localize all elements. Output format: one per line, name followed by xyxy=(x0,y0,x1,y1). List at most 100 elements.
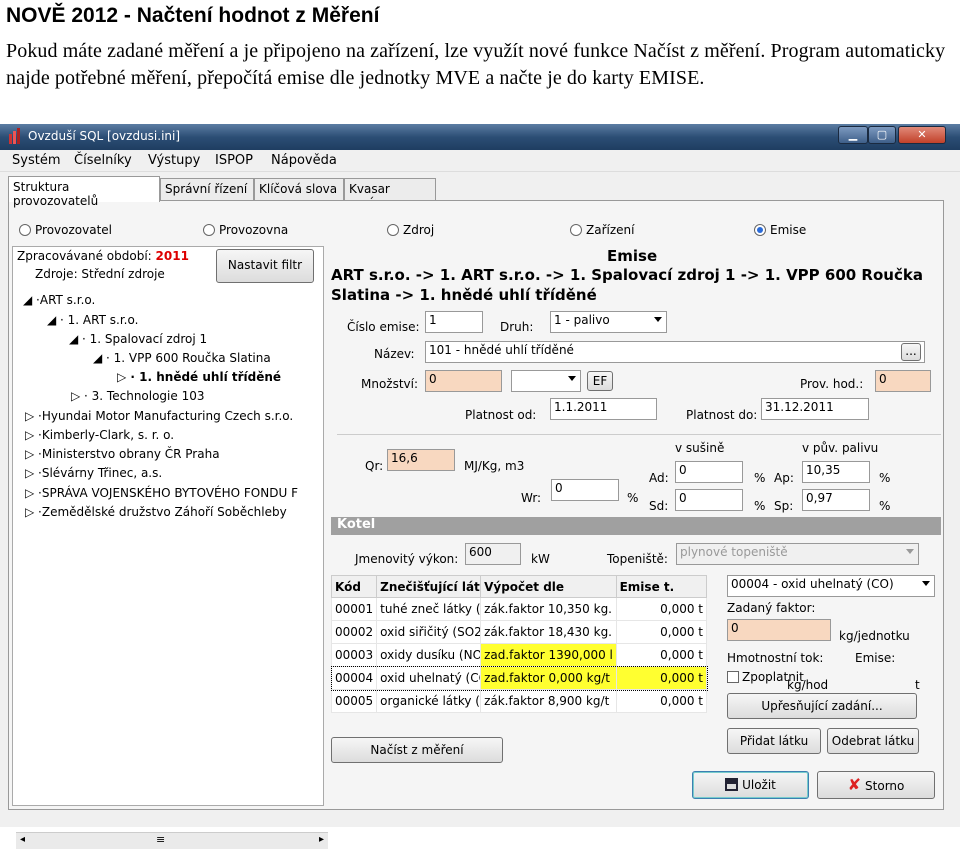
table-row[interactable]: 00001tuhé zneč látky (TZL)zák.faktor 10,… xyxy=(330,597,708,621)
odebrat-latku-button[interactable]: Odebrat látku xyxy=(827,728,919,754)
hmot-label: Hmotnostní tok: xyxy=(727,651,824,665)
nazev-input[interactable]: 101 - hnědé uhlí tříděné xyxy=(425,341,925,363)
radio-dot-selected xyxy=(754,224,766,236)
vykon-input[interactable]: 600 xyxy=(465,543,521,565)
radio-zarizeni[interactable]: Zařízení xyxy=(570,223,634,237)
platnost-od-label: Platnost od: xyxy=(465,408,537,422)
platnost-od-input[interactable]: 1.1.2011 xyxy=(550,398,657,420)
ap-pct: % xyxy=(879,471,891,485)
app-window: Ovzduší SQL [ovzdusi.ini] ▁ ▢ ✕ Systém Č… xyxy=(0,124,960,849)
mnozstvi-input[interactable]: 0 xyxy=(425,370,502,392)
radio-label: Emise xyxy=(770,223,807,237)
tab-kvasar-zpravy[interactable]: Kvasar zprávy xyxy=(344,178,436,210)
zadany-label: Zadaný faktor: xyxy=(727,601,816,615)
close-icon: ✕ xyxy=(917,128,927,141)
scroll-right-icon[interactable]: ▸ xyxy=(319,834,324,845)
window-title: Ovzduší SQL [ovzdusi.ini] xyxy=(28,129,181,143)
scroll-left-icon[interactable]: ◂ xyxy=(20,834,25,845)
doc-text: Pokud máte zadané měření a je připojeno … xyxy=(6,38,956,92)
tree-item[interactable]: ◢ ·ART s.r.o. xyxy=(23,293,95,307)
zadany-unit: kg/jednotku xyxy=(839,629,910,643)
menu-napoveda[interactable]: Nápověda xyxy=(271,153,337,168)
period-value: 2011 xyxy=(155,249,189,263)
ad-pct: % xyxy=(754,471,766,485)
pridat-latku-button[interactable]: Přidat látku xyxy=(727,728,821,754)
t-label: t xyxy=(915,678,920,692)
druh-select[interactable]: 1 - palivo xyxy=(550,311,667,333)
sp-input[interactable]: 0,97 xyxy=(802,489,870,511)
v-puv-palivu-label: v pův. palivu xyxy=(802,441,879,455)
ulozit-button[interactable]: Uložit xyxy=(692,771,809,799)
tree-item[interactable]: ▷ ·Hyundai Motor Manufacturing Czech s.r… xyxy=(25,409,293,423)
wr-label: Wr: xyxy=(521,491,542,505)
tree-item[interactable]: ▷ · 3. Technologie 103 xyxy=(71,389,205,403)
tree-item[interactable]: ◢ · 1. ART s.r.o. xyxy=(47,313,138,327)
menu-bar: Systém Číselníky Výstupy ISPOP Nápověda xyxy=(0,150,960,172)
topeniste-select[interactable]: plynové topeniště xyxy=(676,543,919,565)
table-row[interactable]: 00002 oxid siřičitý (SO2) zák.faktor 18,43… xyxy=(330,620,708,644)
pollutant-select[interactable]: 00004 - oxid uhelnatý (CO) xyxy=(727,575,935,597)
sd-label: Sd: xyxy=(649,499,669,513)
nazev-browse-button[interactable]: ... xyxy=(901,343,921,361)
upresnujici-button[interactable]: Upřesňující zadání... xyxy=(727,693,917,719)
chevron-down-icon xyxy=(906,549,914,554)
platnost-do-input[interactable]: 31.12.2011 xyxy=(761,398,869,420)
table-row-selected[interactable]: 00004oxid uhelnatý (CO)zad.faktor 0,000 … xyxy=(330,665,708,691)
radio-provozovna[interactable]: Provozovna xyxy=(203,223,288,237)
tab-spravni-rizeni[interactable]: Správní řízení xyxy=(160,178,254,200)
ap-label: Ap: xyxy=(774,471,794,485)
tab-strip: Struktura provozovatelů Správní řízení K… xyxy=(8,176,948,210)
vykon-label: Jmenovitý výkon: xyxy=(355,552,459,566)
cislo-label: Číslo emise: xyxy=(347,320,420,334)
title-bar: Ovzduší SQL [ovzdusi.ini] ▁ ▢ ✕ xyxy=(0,124,960,150)
tree-item[interactable]: ▷ ·Slévárny Třinec, a.s. xyxy=(25,466,162,480)
close-icon: ✘ xyxy=(847,775,862,794)
tab-klicova-slova[interactable]: Klíčová slova xyxy=(254,178,344,200)
ad-input[interactable]: 0 xyxy=(675,461,743,483)
col-emise[interactable]: Emise t. xyxy=(615,575,708,598)
tree-item[interactable]: ▷ ·Kimberly-Clark, s. r. o. xyxy=(25,428,174,442)
menu-vystupy[interactable]: Výstupy xyxy=(148,153,200,168)
tree-item[interactable]: ◢ · 1. VPP 600 Roučka Slatina xyxy=(93,351,271,365)
ulozit-label: Uložit xyxy=(742,778,776,792)
zadany-input[interactable]: 0 xyxy=(727,619,831,641)
tree-horizontal-scrollbar[interactable]: ◂ ≡ ▸ xyxy=(16,832,328,849)
tab-struktura[interactable]: Struktura provozovatelů xyxy=(8,176,160,208)
qr-unit: MJ/Kg, m3 xyxy=(464,459,525,473)
col-vypocet[interactable]: Výpočet dle xyxy=(480,575,617,598)
sd-input[interactable]: 0 xyxy=(675,489,743,511)
prov-hod-input[interactable]: 0 xyxy=(875,370,931,392)
close-button[interactable]: ✕ xyxy=(898,126,946,144)
menu-ciselniky[interactable]: Číselníky xyxy=(74,153,132,168)
col-latka[interactable]: Znečišťující látka xyxy=(376,575,482,598)
radio-zdroj[interactable]: Zdroj xyxy=(387,223,434,237)
prov-hod-label: Prov. hod.: xyxy=(800,377,864,391)
menu-system[interactable]: Systém xyxy=(12,153,60,168)
col-kod[interactable]: Kód xyxy=(330,575,378,598)
radio-provozovatel[interactable]: Provozovatel xyxy=(19,223,112,237)
menu-ispop[interactable]: ISPOP xyxy=(215,153,253,168)
tree-item[interactable]: ▷ ·Zemědělské družstvo Záhoří Soběchleby xyxy=(25,505,287,519)
tree-item[interactable]: ▷ ·SPRÁVA VOJENSKÉHO BYTOVÉHO FONDU F xyxy=(25,486,298,500)
storno-button[interactable]: ✘ Storno xyxy=(817,771,935,799)
wr-input[interactable]: 0 xyxy=(551,479,619,501)
radio-emise[interactable]: Emise xyxy=(754,223,806,237)
table-row[interactable]: 00003oxidy dusíku (NOx)zad.faktor 1390,0… xyxy=(330,643,708,667)
druh-label: Druh: xyxy=(500,320,534,334)
qr-input[interactable]: 16,6 xyxy=(387,449,455,471)
cislo-input[interactable]: 1 xyxy=(425,311,483,333)
maximize-button[interactable]: ▢ xyxy=(868,126,896,144)
unit-select[interactable] xyxy=(511,370,581,392)
tree-item-selected[interactable]: ▷ · 1. hnědé uhlí tříděné xyxy=(117,370,281,384)
ef-button[interactable]: EF xyxy=(587,371,613,391)
table-row[interactable]: 00005organické látky (TOCzák.faktor 8,90… xyxy=(330,689,708,713)
radio-dot xyxy=(387,224,399,236)
nacist-z-mereni-button[interactable]: Načíst z měření xyxy=(331,737,503,763)
scroll-thumb-grip[interactable]: ≡ xyxy=(156,833,165,846)
minimize-button[interactable]: ▁ xyxy=(838,126,868,144)
ap-input[interactable]: 10,35 xyxy=(802,461,870,483)
filter-button[interactable]: Nastavit filtr xyxy=(216,249,314,283)
tree-item[interactable]: ◢ · 1. Spalovací zdroj 1 xyxy=(69,332,207,346)
tree-item[interactable]: ▷ ·Ministerstvo obrany ČR Praha xyxy=(25,447,220,461)
pollutant-value: 00004 - oxid uhelnatý (CO) xyxy=(731,577,894,591)
